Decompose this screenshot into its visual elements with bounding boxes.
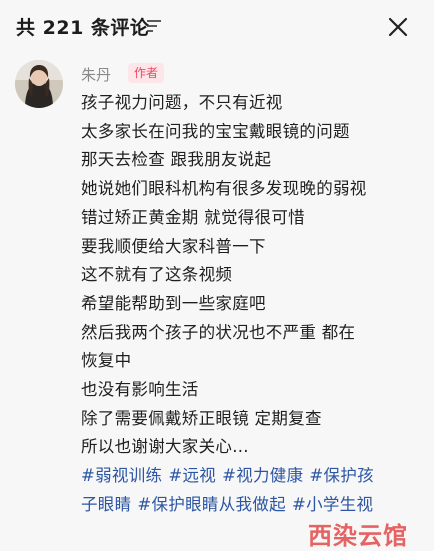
comment-item: 朱丹 作者 孩子视力问题，不只有近视 太多家长在问我的宝宝戴眼镜的问题 那天去检… bbox=[0, 52, 434, 551]
avatar[interactable] bbox=[15, 60, 63, 108]
comment-line: 希望能帮助到一些家庭吧 bbox=[81, 293, 266, 313]
sort-icon[interactable] bbox=[146, 19, 162, 33]
comment-line: 那天去检查 跟我朋友说起 bbox=[81, 150, 272, 170]
comment-line: 也没有影响生活 bbox=[81, 380, 199, 400]
close-icon[interactable] bbox=[385, 14, 411, 40]
comment-line: 她说她们眼科机构有很多发现晚的弱视 bbox=[81, 179, 367, 199]
comment-line: 所以也谢谢大家关心... bbox=[81, 437, 249, 457]
comment-line: 恢复中 bbox=[81, 351, 132, 371]
title-prefix: 共 bbox=[16, 17, 43, 39]
hashtag-link[interactable]: #弱视训练 bbox=[81, 466, 162, 485]
title-suffix: 条评论 bbox=[83, 17, 150, 39]
comment-line: 要我顺便给大家科普一下 bbox=[81, 236, 266, 256]
hashtag-link[interactable]: #小学生视 bbox=[292, 495, 373, 514]
comment-count: 221 bbox=[42, 17, 84, 39]
hashtag-link[interactable]: 子眼睛 bbox=[81, 495, 131, 514]
comment-line: 错过矫正黄金期 就觉得很可惜 bbox=[81, 207, 305, 227]
author-badge: 作者 bbox=[128, 63, 165, 83]
comments-header: 共 221 条评论 bbox=[0, 0, 434, 52]
comment-line: 孩子视力问题，不只有近视 bbox=[81, 93, 283, 112]
hashtag-link[interactable]: #视力健康 bbox=[222, 466, 303, 485]
hashtag-line: #弱视训练 #远视 #视力健康 #保护孩 bbox=[81, 462, 421, 491]
watermark-text: 西染云馆 bbox=[308, 522, 408, 550]
comment-body: 孩子视力问题，不只有近视 太多家长在问我的宝宝戴眼镜的问题 那天去检查 跟我朋友… bbox=[81, 89, 421, 520]
comment-line: 太多家长在问我的宝宝戴眼镜的问题 bbox=[81, 121, 350, 141]
comment-count-title: 共 221 条评论 bbox=[16, 13, 149, 40]
avatar-image bbox=[15, 60, 63, 108]
hashtag-link[interactable]: #保护眼睛从我做起 bbox=[137, 495, 286, 514]
author-name[interactable]: 朱丹 bbox=[81, 64, 111, 85]
hashtag-link[interactable]: #保护孩 bbox=[309, 466, 374, 485]
comment-line: 这不就有了这条视频 bbox=[81, 265, 233, 285]
comment-line: 除了需要佩戴矫正眼镜 定期复查 bbox=[81, 408, 322, 428]
comment-line: 然后我两个孩子的状况也不严重 都在 bbox=[81, 322, 356, 342]
watermark-logo: 西染云馆 bbox=[308, 514, 430, 550]
hashtag-link[interactable]: #远视 bbox=[168, 466, 216, 485]
